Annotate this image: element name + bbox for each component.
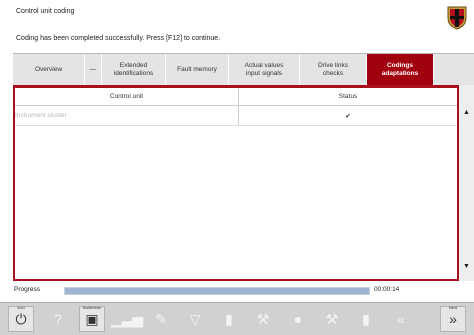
tab-6[interactable]: Codings adaptations: [367, 54, 434, 86]
progress-bar: [64, 287, 370, 295]
multimeter-icon: ▣: [85, 310, 99, 327]
control-unit-table: Control unit Status Instrument cluster ✔: [13, 85, 459, 281]
progress-time: 00:00:14: [374, 286, 400, 293]
wrench-icon: ⚒: [256, 310, 270, 327]
tab-1[interactable]: —: [85, 54, 102, 86]
exit-label: End: [17, 305, 25, 310]
status-check-icon: ✔: [345, 112, 351, 120]
next-icon: »: [449, 311, 457, 327]
tab-2[interactable]: Extended identifications: [102, 54, 166, 86]
scroll-up-icon[interactable]: ▲: [463, 109, 470, 116]
save-icon: ▮: [362, 310, 370, 327]
back-icon: «: [397, 311, 405, 327]
tab-0[interactable]: Overview: [13, 54, 85, 86]
status-message: Coding has been completed successfully. …: [16, 35, 221, 42]
save-button[interactable]: ▮: [353, 306, 379, 332]
help-icon: ?: [54, 311, 62, 327]
tab-5[interactable]: Drive links checks: [300, 54, 367, 86]
tab-3[interactable]: Fault memory: [166, 54, 229, 86]
column-header-status: Status: [338, 93, 358, 100]
page-title: Control unit coding: [16, 8, 75, 15]
filter-icon: ▽: [189, 310, 201, 327]
exit-icon: ⏻: [15, 310, 27, 327]
help-button[interactable]: ?: [45, 306, 71, 332]
next-button[interactable]: » Next: [440, 305, 466, 332]
filter-button[interactable]: ▽: [182, 306, 208, 332]
multimeter-label: Multimeter: [82, 305, 102, 310]
table-header: Control unit Status: [15, 88, 457, 106]
stop-icon: ●: [293, 311, 303, 327]
tab-4[interactable]: Actual values input signals: [229, 54, 300, 86]
tab-bar: Overview — Extended identifications Fault m…: [13, 53, 474, 86]
scrollbar[interactable]: ▲ ▼: [459, 85, 474, 281]
scroll-down-icon[interactable]: ▼: [463, 263, 470, 270]
exit-button[interactable]: ⏻ End: [8, 305, 34, 332]
edit-button[interactable]: ✎: [148, 306, 174, 332]
edit-icon: ✎: [155, 310, 167, 327]
battery-icon: ▮: [225, 310, 233, 327]
chart-button[interactable]: ▁▃▅: [110, 306, 144, 332]
tools-icon: ⚒: [325, 310, 339, 327]
progress-fill: [65, 288, 369, 294]
battery-button[interactable]: ▮: [216, 306, 242, 332]
next-label: Next: [448, 305, 458, 310]
bottom-toolbar: ⏻ End? ▣ Multimeter ▁▃▅ ✎ ▽ ▮ ⚒ ● ⚒ ▮ « » Next: [0, 302, 474, 335]
tab-7[interactable]: [434, 54, 474, 86]
table-row[interactable]: Instrument cluster ✔: [15, 106, 457, 126]
multimeter-button[interactable]: ▣ Multimeter: [79, 305, 105, 332]
progress-label: Progress: [14, 286, 41, 293]
column-header-control-unit: Control unit: [15, 88, 239, 105]
back-button[interactable]: «: [388, 306, 414, 332]
control-unit-name: Instrument cluster: [15, 106, 239, 125]
porsche-crest-icon: [447, 6, 467, 30]
wrench-button[interactable]: ⚒: [250, 306, 276, 332]
chart-icon: ▁▃▅: [110, 310, 144, 327]
stop-button[interactable]: ●: [285, 306, 311, 332]
tools-button[interactable]: ⚒: [319, 306, 345, 332]
